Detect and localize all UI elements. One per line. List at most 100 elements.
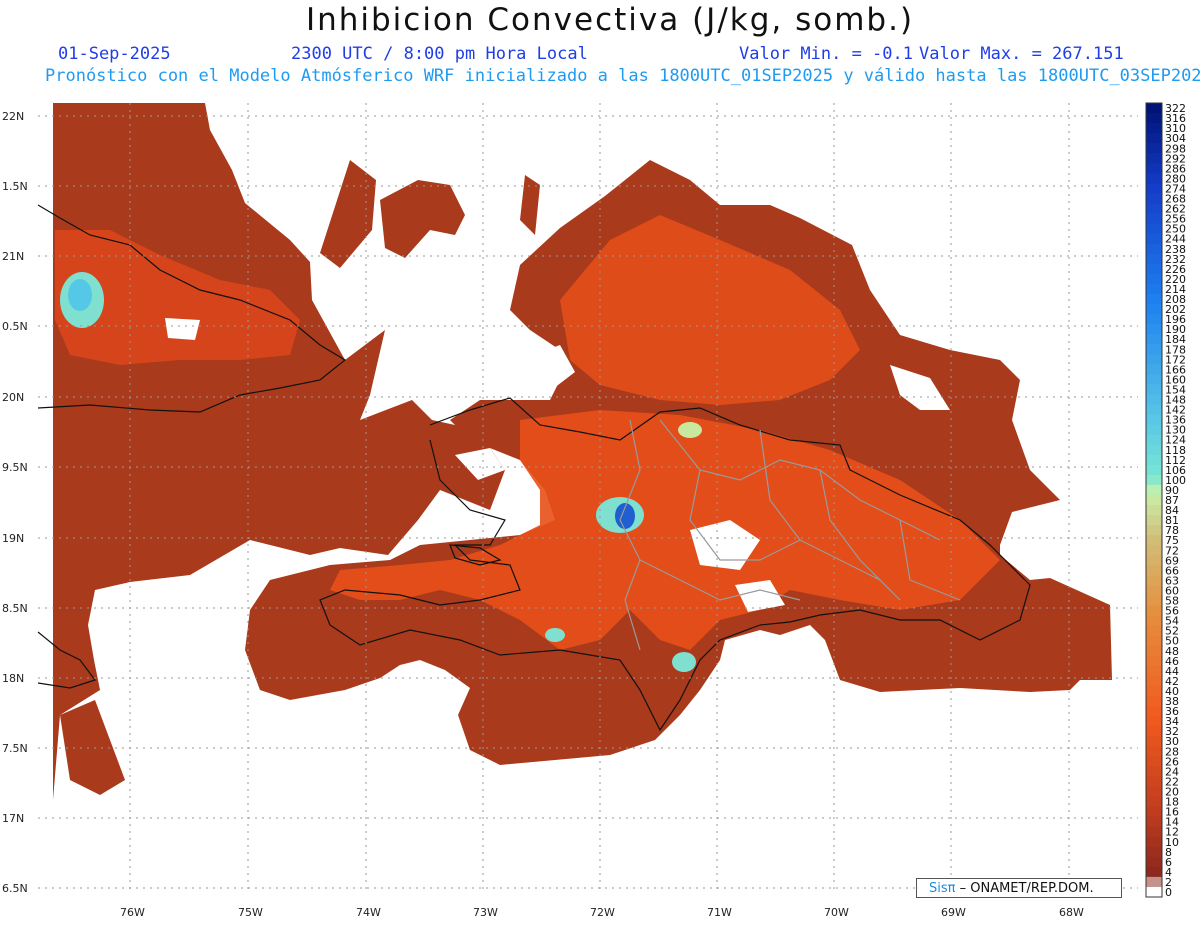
- colorbar-swatch: [1146, 505, 1162, 516]
- colorbar-swatch: [1146, 283, 1162, 295]
- colorbar-swatch: [1146, 866, 1162, 878]
- colorbar-swatch: [1146, 595, 1162, 607]
- colorbar-swatch: [1146, 535, 1162, 546]
- lat-label: 7.5N: [2, 742, 28, 755]
- colorbar-swatch: [1146, 183, 1162, 194]
- longitude-labels: 76W 75W 74W 73W 72W 71W 70W 69W 68W: [120, 906, 1084, 919]
- colorbar-swatch: [1146, 706, 1162, 717]
- colorbar-swatch: [1146, 324, 1162, 335]
- colorbar-swatch: [1146, 886, 1162, 898]
- colorbar-swatch: [1146, 796, 1162, 808]
- colorbar-swatch: [1146, 384, 1162, 395]
- colorbar-swatch: [1146, 716, 1162, 727]
- colorbar-swatch: [1146, 133, 1162, 144]
- colorbar-swatch: [1146, 394, 1162, 406]
- colorbar-swatch: [1146, 253, 1162, 265]
- colorbar-swatch: [1146, 545, 1162, 556]
- lon-label: 75W: [238, 906, 263, 919]
- credit-box: Sisπ – ONAMET/REP.DOM.: [916, 878, 1122, 898]
- lon-label: 74W: [356, 906, 381, 919]
- lat-label: 17N: [2, 812, 24, 825]
- lat-label: 8.5N: [2, 602, 28, 615]
- colorbar-swatch: [1146, 736, 1162, 747]
- colorbar-swatch: [1146, 304, 1162, 315]
- colorbar-swatch: [1146, 243, 1162, 255]
- hotspot-cuba-west-core: [68, 279, 92, 311]
- colorbar-swatch: [1146, 555, 1162, 566]
- colorbar-swatch: [1146, 233, 1162, 245]
- colorbar-swatch: [1146, 565, 1162, 576]
- gap-6: [165, 318, 200, 340]
- colorbar-swatch: [1146, 153, 1162, 164]
- colorbar-swatch: [1146, 364, 1162, 375]
- colorbar-swatch: [1146, 846, 1162, 858]
- lon-label: 71W: [707, 906, 732, 919]
- lat-label: 6.5N: [2, 882, 28, 895]
- colorbar-swatch: [1146, 193, 1162, 205]
- lat-label: 0.5N: [2, 320, 28, 333]
- colorbar-swatch: [1146, 273, 1162, 285]
- colorbar-swatch: [1146, 163, 1162, 174]
- colorbar-swatch: [1146, 424, 1162, 436]
- colorbar-swatch: [1146, 263, 1162, 275]
- hotspot-south-hisp: [545, 628, 565, 642]
- colorbar-swatch: [1146, 203, 1162, 215]
- cin-shading: [53, 103, 1112, 800]
- colorbar-swatch: [1146, 494, 1162, 506]
- lat-label: 22N: [2, 110, 24, 123]
- lon-label: 76W: [120, 906, 145, 919]
- colorbar-swatch: [1146, 776, 1162, 787]
- colorbar-swatch: [1146, 786, 1162, 797]
- colorbar-swatch: [1146, 816, 1162, 828]
- colorbar-swatch: [1146, 113, 1162, 124]
- org-label: – ONAMET/REP.DOM.: [959, 881, 1094, 896]
- colorbar-swatch: [1146, 354, 1162, 365]
- hotspot-north-hisp: [678, 422, 702, 438]
- lat-label: 20N: [2, 391, 24, 404]
- colorbar-swatch: [1146, 404, 1162, 416]
- colorbar-swatch: [1146, 826, 1162, 838]
- colorbar-swatch: [1146, 605, 1162, 617]
- colorbar-swatch: [1146, 103, 1162, 114]
- colorbar-swatch: [1146, 293, 1162, 305]
- lon-label: 73W: [473, 906, 498, 919]
- colorbar-swatch: [1146, 635, 1162, 647]
- lon-label: 69W: [941, 906, 966, 919]
- colorbar-swatch: [1146, 414, 1162, 426]
- colorbar-label: 0: [1165, 886, 1172, 899]
- colorbar-swatch: [1146, 585, 1162, 596]
- lat-label: 19N: [2, 532, 24, 545]
- shading-bahamas-3: [520, 175, 540, 235]
- colorbar-swatch: [1146, 746, 1162, 757]
- colorbar-swatch: [1146, 766, 1162, 777]
- colorbar-swatch: [1146, 695, 1162, 707]
- lat-label: 21N: [2, 250, 24, 263]
- colorbar-swatch: [1146, 876, 1162, 888]
- colorbar-swatch: [1146, 575, 1162, 586]
- colorbar-swatch: [1146, 756, 1162, 767]
- colorbar-swatch: [1146, 444, 1162, 456]
- lat-label: 1.5N: [2, 180, 28, 193]
- colorbar-swatch: [1146, 223, 1162, 235]
- hotspot-south: [672, 652, 696, 672]
- colorbar-swatch: [1146, 314, 1162, 325]
- colorbar-swatch: [1146, 615, 1162, 627]
- colorbar-swatch: [1146, 434, 1162, 446]
- colorbar-swatch: [1146, 836, 1162, 848]
- colorbar-swatch: [1146, 474, 1162, 486]
- colorbar-swatch: [1146, 685, 1162, 697]
- colorbar-swatch: [1146, 515, 1162, 526]
- latitude-labels: 22N 1.5N 21N 0.5N 20N 9.5N 19N 8.5N 18N …: [2, 110, 28, 895]
- lon-label: 70W: [824, 906, 849, 919]
- lon-label: 68W: [1059, 906, 1084, 919]
- colorbar-swatch: [1146, 675, 1162, 687]
- colorbar: 3223163103042982922862802742682622562502…: [1145, 102, 1186, 899]
- colorbar-swatch: [1146, 123, 1162, 134]
- colorbar-swatch: [1146, 645, 1162, 657]
- cin-map: 22N 1.5N 21N 0.5N 20N 9.5N 19N 8.5N 18N …: [2, 102, 1186, 919]
- lon-label: 72W: [590, 906, 615, 919]
- shading-bahamas-2: [380, 180, 465, 258]
- colorbar-swatch: [1146, 173, 1162, 184]
- colorbar-swatch: [1146, 806, 1162, 818]
- shading-bahamas-1: [320, 160, 376, 268]
